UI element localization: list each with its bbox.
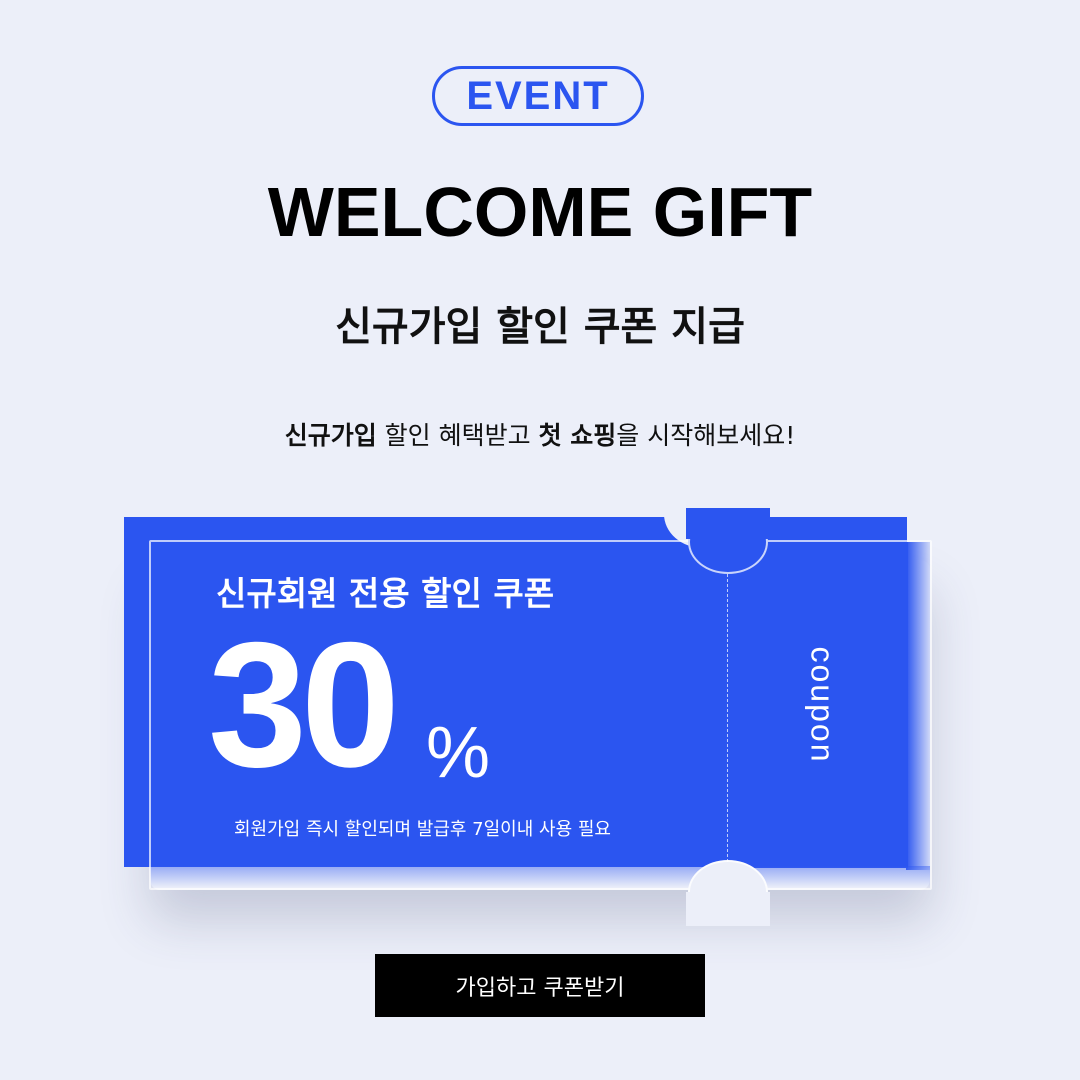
coupon-notch-top-cover xyxy=(686,508,770,539)
coupon-stub-label: coupon xyxy=(804,646,841,764)
description-text-2: 을 시작해보세요! xyxy=(616,421,796,450)
signup-coupon-button[interactable]: 가입하고 쿠폰받기 xyxy=(375,954,705,1017)
coupon-perforation xyxy=(727,574,728,862)
description-text-1: 할인 혜택받고 xyxy=(376,421,539,450)
coupon-notch-bottom-cover xyxy=(686,892,770,926)
description-highlight-signup: 신규가입 xyxy=(284,421,377,450)
coupon-note: 회원가입 즉시 할인되며 발급후 7일이내 사용 필요 xyxy=(234,819,611,840)
page-subtitle: 신규가입 할인 쿠폰 지급 xyxy=(335,304,745,350)
event-badge: EVENT xyxy=(432,66,644,126)
promo-description: 신규가입 할인 혜택받고 첫 쇼핑을 시작해보세요! xyxy=(0,416,1080,456)
description-highlight-first-shopping: 첫 쇼핑 xyxy=(538,421,617,450)
page-title: WELCOME GIFT xyxy=(267,173,813,251)
discount-unit: % xyxy=(426,713,491,793)
discount-amount: 30 xyxy=(208,605,400,804)
